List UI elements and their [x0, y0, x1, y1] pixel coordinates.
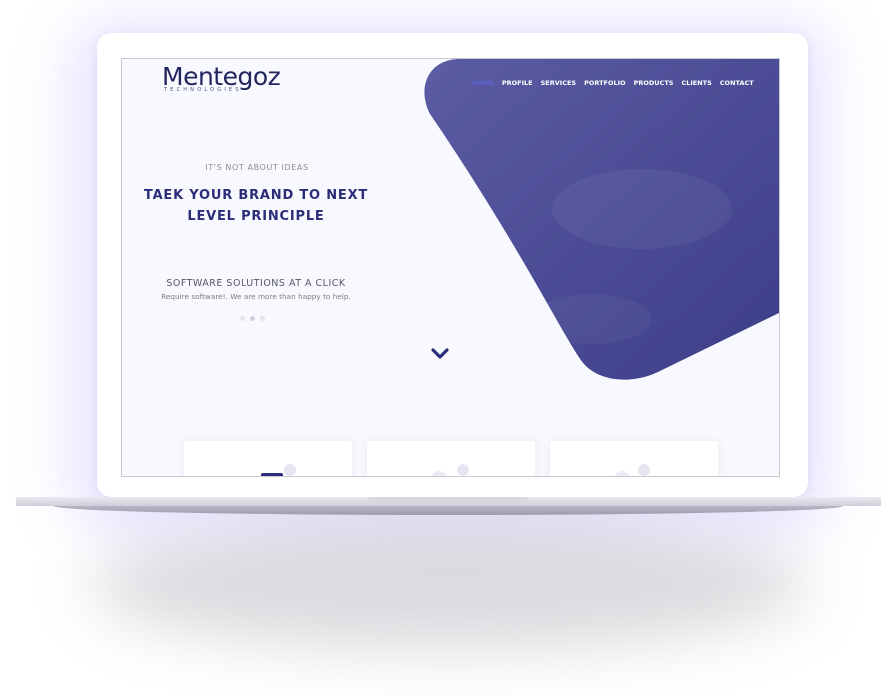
service-icon-3 — [614, 464, 650, 476]
service-icon-1 — [261, 464, 296, 476]
hero-headline: TAEK YOUR BRAND TO NEXT LEVEL PRINCIPLE — [134, 185, 378, 227]
service-icon-2 — [431, 464, 469, 476]
nav-item-services[interactable]: SERVICES — [541, 79, 576, 87]
main-nav: HOME PROFILE SERVICES PORTFOLIO PRODUCTS… — [472, 79, 754, 87]
laptop-base-bottom — [54, 506, 843, 515]
nav-item-clients[interactable]: CLIENTS — [681, 79, 711, 87]
solution-subtitle: Require software!. We are more than happ… — [161, 292, 351, 301]
hero-headline-line1: TAEK YOUR BRAND TO NEXT — [143, 188, 369, 203]
hero-background-shape — [424, 59, 779, 380]
service-card-1[interactable] — [184, 441, 352, 476]
nav-item-portfolio[interactable]: PORTFOLIO — [584, 79, 626, 87]
slider-dot-active[interactable] — [250, 316, 255, 321]
service-card-3[interactable] — [550, 441, 718, 476]
slider-dots — [240, 316, 265, 321]
laptop-base — [16, 497, 881, 517]
chevron-down-icon[interactable] — [430, 347, 450, 361]
nav-item-profile[interactable]: PROFILE — [502, 79, 533, 87]
slider-dot[interactable] — [240, 316, 245, 321]
device-shadow — [90, 520, 810, 650]
nav-item-home[interactable]: HOME — [472, 79, 494, 87]
hero-headline-line2: LEVEL PRINCIPLE — [187, 209, 325, 224]
solution-title: SOFTWARE SOLUTIONS AT A CLICK — [166, 278, 346, 289]
service-card-2[interactable] — [367, 441, 535, 476]
laptop-base-notch — [368, 497, 528, 502]
brand-logo[interactable]: Mentegoz TECHNOLOGIES — [162, 62, 281, 93]
nav-item-products[interactable]: PRODUCTS — [634, 79, 674, 87]
nav-item-contact[interactable]: CONTACT — [720, 79, 754, 87]
hero-eyebrow: IT'S NOT ABOUT IDEAS — [205, 163, 309, 172]
laptop-screen: Mentegoz TECHNOLOGIES HOME PROFILE SERVI… — [121, 58, 780, 477]
slider-dot[interactable] — [260, 316, 265, 321]
